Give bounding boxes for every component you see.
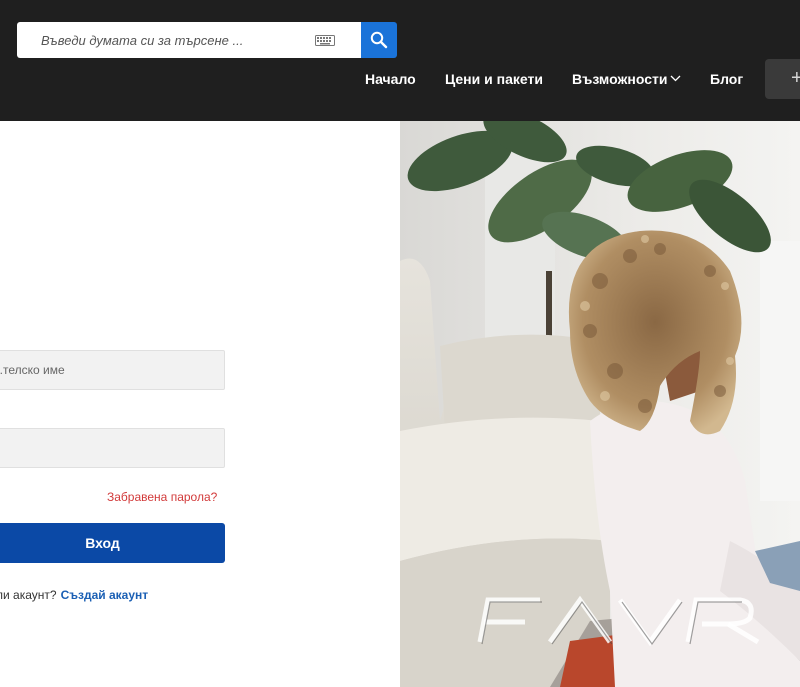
login-panel: Забравена парола? Вход ...ли акаунт? Създ…: [0, 121, 400, 687]
chevron-down-icon: [671, 75, 681, 82]
search-icon: [370, 31, 388, 49]
nav-item-blog[interactable]: Блог: [710, 70, 743, 88]
nav-item-features-label: Възможности: [572, 71, 668, 87]
top-header: Начало Цени и пакети Възможности Блог +: [0, 0, 800, 121]
header-action-button[interactable]: +: [765, 59, 800, 99]
username-field-wrapper: [0, 350, 225, 390]
nav-item-features[interactable]: Възможности: [572, 70, 681, 88]
keyboard-icon[interactable]: [315, 35, 335, 46]
login-button[interactable]: Вход: [0, 523, 225, 563]
signup-prompt: ...ли акаунт?: [0, 588, 57, 602]
search-box: [17, 22, 361, 58]
favr-watermark-logo: [477, 595, 760, 647]
forgot-password-link[interactable]: Забравена парола?: [107, 490, 217, 504]
main-nav: Начало Цени и пакети Възможности Блог: [0, 70, 800, 90]
search-input[interactable]: [27, 22, 312, 58]
signup-row: ...ли акаунт? Създай акаунт: [0, 588, 148, 602]
search-button[interactable]: [361, 22, 397, 58]
signup-link[interactable]: Създай акаунт: [61, 588, 149, 602]
nav-item-home[interactable]: Начало: [365, 70, 416, 88]
password-field-wrapper: [0, 428, 225, 468]
nav-item-pricing[interactable]: Цени и пакети: [445, 70, 543, 88]
password-field[interactable]: [0, 429, 224, 467]
username-field[interactable]: [0, 351, 224, 389]
